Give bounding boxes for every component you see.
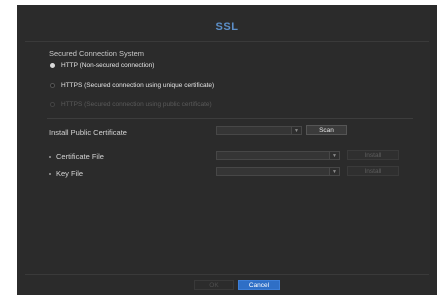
scan-button[interactable]: Scan <box>306 125 347 135</box>
ok-button: OK <box>194 280 234 290</box>
radio-https-public-label: HTTPS (Secured connection using public c… <box>61 100 212 108</box>
key-file-dropdown[interactable]: ▼ <box>216 167 340 176</box>
radio-https-unique[interactable]: HTTPS (Secured connection using unique c… <box>50 80 214 90</box>
chevron-down-icon: ▼ <box>329 168 339 175</box>
radio-https-public: HTTPS (Secured connection using public c… <box>50 99 212 109</box>
section-divider <box>47 118 413 119</box>
radio-disabled-icon <box>50 101 55 107</box>
radio-https-unique-label: HTTPS (Secured connection using unique c… <box>61 81 215 89</box>
install-public-certificate-label: Install Public Certificate <box>49 128 127 137</box>
certificate-file-dropdown[interactable]: ▼ <box>216 151 340 160</box>
cancel-button[interactable]: Cancel <box>238 280 280 290</box>
certificate-file-label: Certificate File <box>56 152 104 161</box>
section-label: Secured Connection System <box>49 49 145 58</box>
bullet-icon <box>49 173 51 175</box>
radio-http[interactable]: HTTP (Non-secured connection) <box>50 60 154 70</box>
certificate-install-button: Install <box>347 150 399 160</box>
radio-selected-icon <box>50 62 55 68</box>
dialog-title: SSL <box>215 21 239 33</box>
chevron-down-icon: ▼ <box>291 127 301 134</box>
footer-divider <box>25 274 429 275</box>
public-certificate-dropdown[interactable]: ▼ <box>216 126 302 135</box>
chevron-down-icon: ▼ <box>329 152 339 159</box>
bullet-icon <box>49 156 51 158</box>
key-file-label: Key File <box>56 169 84 178</box>
ssl-dialog: SSL Secured Connection System HTTP (Non-… <box>17 5 437 295</box>
radio-unselected-icon <box>50 82 55 88</box>
title-divider <box>25 41 429 42</box>
radio-http-label: HTTP (Non-secured connection) <box>61 61 155 69</box>
key-install-button: Install <box>347 166 399 176</box>
